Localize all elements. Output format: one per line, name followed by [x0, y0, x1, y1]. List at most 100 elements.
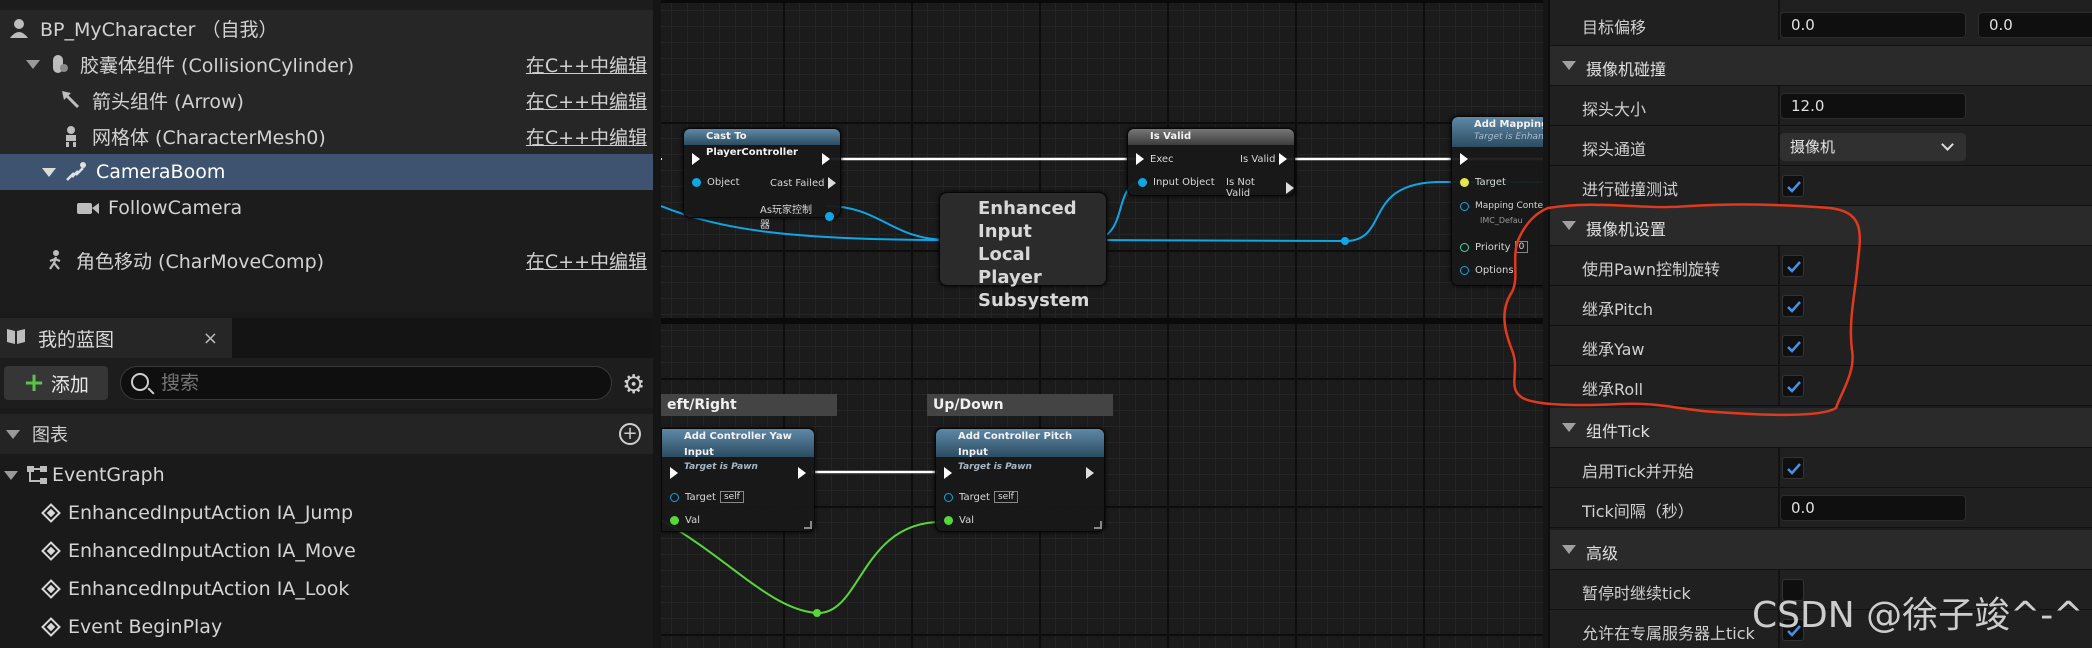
graphs-section-header[interactable]: 图表 + [0, 414, 653, 454]
target-pin[interactable]: Target [1460, 177, 1506, 188]
component-arrow[interactable]: 箭头组件 (Arrow) 在C++中编辑 [0, 82, 653, 118]
expand-arrow-icon[interactable] [4, 470, 18, 480]
prop-label: 允许在专属服务器上tick [1582, 624, 1755, 643]
exec-out-pin[interactable] [822, 153, 830, 165]
target-pin[interactable]: Target self [670, 491, 744, 503]
component-camera-boom[interactable]: CameraBoom [0, 154, 653, 190]
probe-size-field[interactable]: 12.0 [1780, 93, 1966, 119]
exec-in-pin[interactable] [944, 467, 952, 479]
cast-node-title: Cast To PlayerController [684, 129, 840, 158]
cast-failed-pin[interactable]: Cast Failed [770, 177, 837, 189]
is-valid-node[interactable]: Is Valid Exec Is Valid Input Object Is N… [1127, 128, 1295, 199]
event-item[interactable]: EnhancedInputAction IA_Look [0, 570, 653, 608]
self-box[interactable]: self [993, 491, 1018, 503]
search-input[interactable] [161, 372, 591, 394]
input-object-pin[interactable]: Input Object [1138, 177, 1215, 188]
probe-channel-select[interactable]: 摄像机 [1780, 133, 1966, 161]
resize-handle[interactable] [804, 521, 812, 529]
as-controller-pin[interactable]: As玩家控制器 [760, 201, 840, 231]
cast-node[interactable]: Cast To PlayerController Object Cast Fai… [683, 128, 841, 231]
expand-arrow-icon[interactable] [26, 59, 40, 69]
collapse-arrow-icon[interactable] [1562, 61, 1576, 70]
category-camera-settings[interactable]: 摄像机设置 [1550, 206, 2092, 246]
expand-arrow-icon[interactable] [42, 167, 56, 177]
subsystem-node[interactable]: Enhanced Input Local Player Subsystem [939, 192, 1107, 311]
options-pin[interactable]: Options [1460, 265, 1514, 276]
exec-out-pin[interactable] [798, 467, 806, 479]
event-diamond-icon [41, 541, 61, 561]
mapping-context-pin[interactable]: Mapping Conte [1460, 201, 1543, 211]
not-valid-pin[interactable]: Is Not Valid [1226, 177, 1294, 199]
close-icon[interactable]: × [203, 328, 218, 349]
add-button[interactable]: + 添加 [4, 366, 108, 400]
exec-in-pin[interactable] [670, 467, 678, 479]
start-tick-checkbox[interactable] [1782, 457, 1804, 479]
val-pin[interactable]: Val [670, 515, 700, 526]
self-box[interactable]: self [719, 491, 744, 503]
category-component-tick[interactable]: 组件Tick [1550, 408, 2092, 448]
event-item[interactable]: Event BeginPlay [0, 608, 653, 646]
component-label: 箭头组件 (Arrow) [92, 90, 244, 113]
add-yaw-input-node[interactable]: Add Controller Yaw Input Target is Pawn … [661, 428, 815, 532]
component-mesh[interactable]: 网格体 (CharacterMesh0) 在C++中编辑 [0, 118, 653, 154]
collapse-arrow-icon[interactable] [1562, 221, 1576, 230]
pin-label: Mapping Conte [1475, 201, 1543, 211]
pin-label: Input Object [1153, 177, 1215, 188]
exec-pin[interactable]: Exec [1136, 153, 1174, 165]
collapse-arrow-icon[interactable] [1562, 423, 1576, 432]
priority-pin[interactable]: Priority 0 [1460, 241, 1529, 253]
inherit-yaw-checkbox[interactable] [1782, 335, 1804, 357]
inherit-roll-checkbox[interactable] [1782, 375, 1804, 397]
add-mapping-context-node[interactable]: Add Mapping C Target is Enhanc Target Ma… [1451, 116, 1543, 286]
prop-label: Tick间隔（秒） [1582, 502, 1694, 521]
search-box[interactable] [120, 366, 612, 400]
event-item[interactable]: EnhancedInputAction IA_Move [0, 532, 653, 570]
inherit-pitch-checkbox[interactable] [1782, 295, 1804, 317]
object-pin[interactable]: Object [692, 177, 740, 188]
component-char-move[interactable]: 角色移动 (CharMoveComp) 在C++中编辑 [0, 242, 653, 278]
resize-handle[interactable] [1094, 521, 1102, 529]
node-subtitle: Target is Pawn [684, 462, 758, 472]
blueprint-graph-canvas[interactable]: Cast To PlayerController Object Cast Fai… [661, 0, 1543, 648]
target-offset-y-field[interactable]: 0.0 [1978, 12, 2092, 38]
target-pin[interactable]: Target self [944, 491, 1018, 503]
val-pin[interactable]: Val [944, 515, 974, 526]
gear-icon[interactable]: ⚙ [622, 370, 645, 400]
component-root-label: BP_MyCharacter （自我） [40, 18, 278, 41]
priority-value[interactable]: 0 [1514, 241, 1529, 253]
edit-in-cpp-link[interactable]: 在C++中编辑 [526, 51, 647, 78]
comment-left-right[interactable]: eft/Right [661, 394, 837, 416]
pin-label: Priority [1475, 241, 1511, 253]
event-graph-item[interactable]: EventGraph [0, 456, 653, 494]
event-item[interactable]: EnhancedInputAction IA_Jump [0, 494, 653, 532]
add-pitch-input-node[interactable]: Add Controller Pitch Input Target is Paw… [935, 428, 1105, 532]
prop-inherit-pitch: 继承Pitch [1550, 286, 2092, 326]
blueprint-toolbar: + 添加 ⚙ [0, 358, 653, 408]
edit-in-cpp-link[interactable]: 在C++中编辑 [526, 87, 647, 114]
event-label: EnhancedInputAction IA_Jump [68, 502, 354, 524]
tab-my-blueprint[interactable]: 我的蓝图 × [0, 318, 232, 358]
exec-in-pin[interactable] [1460, 153, 1468, 165]
category-advanced[interactable]: 高级 [1550, 530, 2092, 570]
component-root[interactable]: BP_MyCharacter （自我） [0, 10, 653, 46]
book-icon [6, 327, 26, 350]
do-collision-checkbox[interactable] [1782, 175, 1804, 197]
is-valid-pin[interactable]: Is Valid [1240, 153, 1288, 165]
tab-label: 我的蓝图 [38, 328, 115, 351]
add-graph-icon[interactable]: + [619, 423, 641, 445]
use-pawn-rotation-checkbox[interactable] [1782, 255, 1804, 277]
component-follow-camera[interactable]: FollowCamera [0, 190, 653, 226]
comment-up-down[interactable]: Up/Down [927, 394, 1113, 416]
event-diamond-icon [41, 617, 61, 637]
component-capsule[interactable]: 胶囊体组件 (CollisionCylinder) 在C++中编辑 [0, 46, 653, 82]
tick-interval-field[interactable]: 0.0 [1780, 495, 1966, 521]
mapping-context-value[interactable]: IMC_Defau [1480, 216, 1523, 225]
exec-out-pin[interactable] [1086, 467, 1094, 479]
target-offset-x-field[interactable]: 0.0 [1780, 12, 1966, 38]
category-camera-collision[interactable]: 摄像机碰撞 [1550, 46, 2092, 86]
exec-in-pin[interactable] [692, 153, 700, 165]
edit-in-cpp-link[interactable]: 在C++中编辑 [526, 123, 647, 150]
collapse-arrow-icon[interactable] [6, 429, 20, 439]
edit-in-cpp-link[interactable]: 在C++中编辑 [526, 247, 647, 274]
collapse-arrow-icon[interactable] [1562, 545, 1576, 554]
